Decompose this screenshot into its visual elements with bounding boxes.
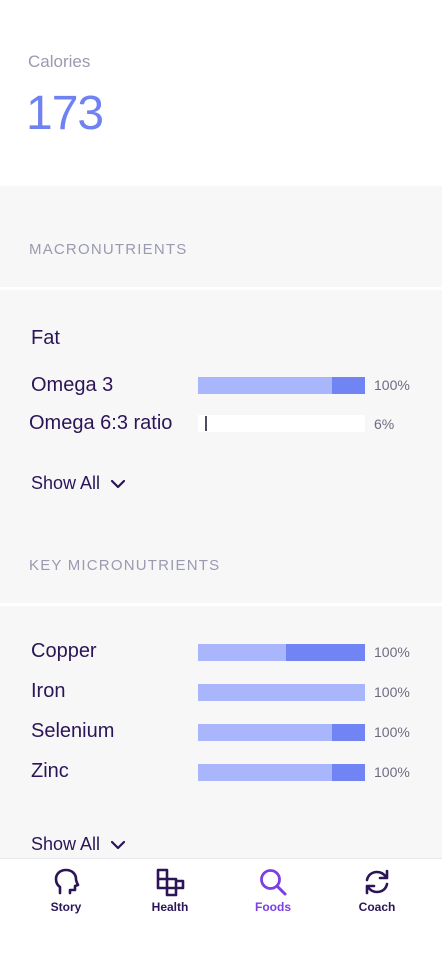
refresh-icon <box>365 869 389 895</box>
nutrient-bar-selenium <box>198 724 365 741</box>
bar-highlight <box>332 764 365 781</box>
nutrient-percent-omega-3: 100% <box>374 377 410 393</box>
tab-foods[interactable]: Foods <box>233 867 313 914</box>
show-all-label: Show All <box>31 473 101 493</box>
macronutrients-divider <box>0 287 442 290</box>
search-icon <box>260 869 287 896</box>
nutrient-bar-omega-6-3-ratio <box>198 415 365 432</box>
tab-story-label: Story <box>50 900 82 914</box>
tab-coach[interactable]: Coach <box>337 867 417 914</box>
nutrient-bar-iron <box>198 684 365 701</box>
bottom-tab-bar: Story Health Foods Coach <box>0 858 442 956</box>
nutrient-bar-omega-3 <box>198 377 365 394</box>
nutrient-percent-copper: 100% <box>374 644 410 660</box>
nutrient-bar-copper <box>198 644 365 661</box>
tab-health[interactable]: Health <box>130 867 210 914</box>
nutrient-label-omega-3: Omega 3 <box>31 374 114 396</box>
micronutrients-divider <box>0 603 442 606</box>
nutrient-label-copper: Copper <box>31 640 97 662</box>
bar-highlight <box>332 724 365 741</box>
bar-marker <box>205 416 207 431</box>
calories-label: Calories <box>28 52 91 71</box>
calories-value: 173 <box>26 87 104 140</box>
nutrient-bar-zinc <box>198 764 365 781</box>
nutrient-label-zinc: Zinc <box>31 760 69 782</box>
head-icon <box>54 868 80 895</box>
bar-highlight <box>332 377 365 394</box>
micronutrients-header: KEY MICRONUTRIENTS <box>29 557 221 574</box>
macronutrients-show-all-button[interactable]: Show All <box>31 473 126 494</box>
nutrient-percent-omega-6-3-ratio: 6% <box>374 416 395 432</box>
nutrient-label-omega-6-3-ratio: Omega 6:3 ratio <box>29 412 173 434</box>
bar-highlight <box>286 644 365 661</box>
calories-section: Calories 173 <box>0 0 442 186</box>
nutrient-percent-iron: 100% <box>374 684 410 700</box>
tab-coach-label: Coach <box>358 900 396 914</box>
nutrient-percent-selenium: 100% <box>374 724 410 740</box>
tab-foods-label: Foods <box>255 900 291 914</box>
micronutrients-show-all-button[interactable]: Show All <box>31 834 126 855</box>
tab-health-label: Health <box>151 900 189 914</box>
tab-story[interactable]: Story <box>26 867 106 914</box>
nutrient-label-selenium: Selenium <box>31 720 115 742</box>
show-all-label: Show All <box>31 834 101 854</box>
chevron-down-icon <box>110 479 126 488</box>
macronutrients-header: MACRONUTRIENTS <box>29 241 188 258</box>
chevron-down-icon <box>110 840 126 849</box>
fat-group-title: Fat <box>31 327 60 349</box>
nutrient-percent-zinc: 100% <box>374 764 410 780</box>
blocks-icon <box>156 868 185 897</box>
bar-fill <box>198 684 365 701</box>
nutrient-label-iron: Iron <box>31 680 66 702</box>
